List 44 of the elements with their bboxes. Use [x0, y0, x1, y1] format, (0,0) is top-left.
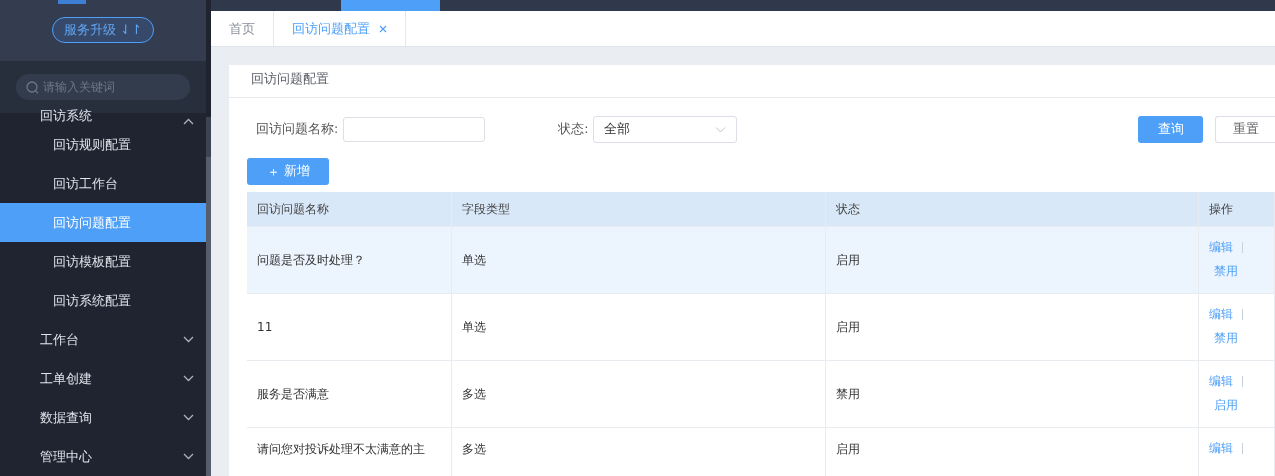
- menu-item[interactable]: 回访规则配置: [0, 125, 206, 164]
- status-select[interactable]: 全部: [593, 116, 738, 143]
- chevron-down-icon: [183, 414, 194, 421]
- field-label: 状态:: [558, 121, 589, 138]
- search-icon: [26, 81, 39, 94]
- chevron-down-icon: [183, 453, 194, 460]
- table-cell: 启用: [836, 441, 860, 458]
- upgrade-button[interactable]: 服务升级 ⇃↾: [52, 17, 154, 43]
- menu-group[interactable]: 管理中心: [0, 437, 206, 476]
- chevron-down-icon: [183, 336, 194, 343]
- chevron-up-icon: [183, 118, 194, 125]
- input-field[interactable]: [343, 117, 486, 142]
- column-header: 操作: [1199, 192, 1275, 226]
- scrollbar[interactable]: [206, 117, 211, 476]
- menu-item[interactable]: 回访工作台: [0, 164, 206, 203]
- close-icon[interactable]: [379, 24, 387, 33]
- table-cell: 单选: [462, 318, 486, 336]
- table-cell: 多选: [462, 441, 486, 458]
- column-header: 回访问题名称: [247, 192, 452, 226]
- chevron-down-icon: [715, 126, 727, 133]
- tab[interactable]: 首页: [211, 11, 274, 46]
- table-row[interactable]: 请问您对投诉处理不太满意的主 多选 启用 编辑: [247, 428, 1275, 476]
- menu-group[interactable]: 回访系统: [0, 103, 206, 125]
- card-title: 回访问题配置: [229, 65, 1275, 98]
- table-cell: 服务是否满意: [257, 385, 329, 403]
- column-header: 状态: [826, 192, 1199, 226]
- table-cell: 请问您对投诉处理不太满意的主: [257, 441, 425, 458]
- chevron-down-icon: [183, 375, 194, 382]
- menu-group[interactable]: 数据查询: [0, 398, 206, 437]
- table-cell: 问题是否及时处理？: [257, 251, 365, 269]
- nav-item[interactable]: [341, 0, 440, 11]
- field-label: 回访问题名称:: [256, 121, 339, 138]
- table-cell: 11: [257, 320, 273, 334]
- table-cell: 启用: [836, 251, 860, 269]
- table-cell: 多选: [462, 385, 486, 403]
- reset-button[interactable]: 重置: [1215, 116, 1275, 143]
- table-cell: 禁用: [836, 385, 860, 403]
- menu-group[interactable]: 工作台: [0, 320, 206, 359]
- table-cell: 启用: [836, 318, 860, 336]
- menu-item[interactable]: 回访系统配置: [0, 281, 206, 320]
- menu-item[interactable]: 回访模板配置: [0, 242, 206, 281]
- table-cell: 单选: [462, 251, 486, 269]
- column-header: 字段类型: [452, 192, 826, 226]
- menu-group[interactable]: 工单创建: [0, 359, 206, 398]
